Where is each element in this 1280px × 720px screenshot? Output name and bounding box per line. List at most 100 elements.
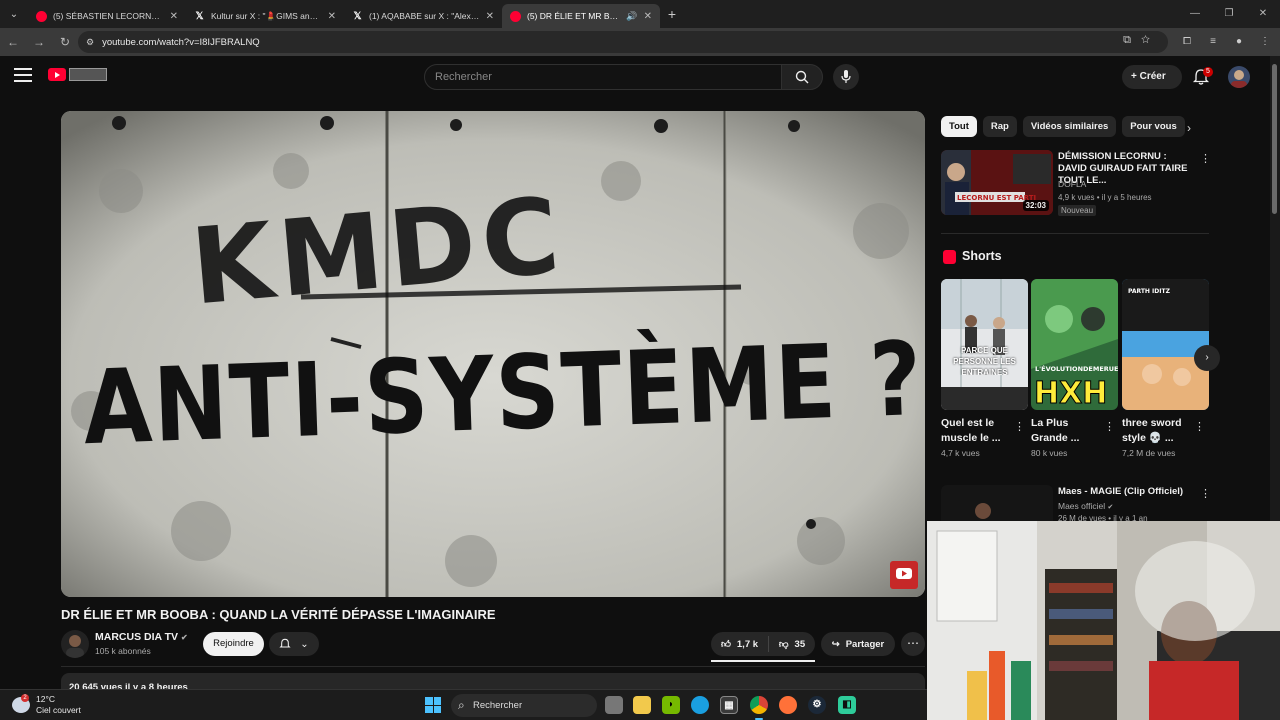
taskbar-search[interactable]: Rechercher <box>451 694 597 717</box>
verified-check-icon: ✔ <box>180 633 188 642</box>
shorts-next-button[interactable]: › <box>1194 345 1220 371</box>
short-title[interactable]: La Plus Grande ... <box>1031 416 1101 446</box>
recommended-channel[interactable]: Maes officiel ✔ <box>1058 501 1113 511</box>
recommended-title[interactable]: Maes - MAGIE (Clip Officiel) <box>1058 486 1183 497</box>
logo-doodle[interactable] <box>69 68 107 81</box>
channel-name[interactable]: MARCUS DIA TV ✔ <box>95 631 188 643</box>
weather-widget[interactable]: 2 12°C Ciel couvert <box>12 694 81 716</box>
chrome-icon[interactable] <box>750 696 768 714</box>
short-thumbnail[interactable]: PARCE QUE PERSONNE LES ENTRAINES <box>941 279 1028 410</box>
chip-tout[interactable]: Tout <box>941 116 977 137</box>
firefox-icon[interactable] <box>779 696 797 714</box>
kebab-menu-icon[interactable]: ⋮ <box>1200 487 1211 500</box>
start-button-windows-icon[interactable] <box>425 697 441 713</box>
nvidia-icon[interactable]: ◗ <box>662 696 680 714</box>
reload-icon[interactable]: ↻ <box>52 35 78 49</box>
profile-icon[interactable]: ● <box>1230 32 1248 50</box>
thumbs-up-icon: 👍︎ <box>720 639 731 650</box>
channel-name-text: MARCUS DIA TV <box>95 631 179 643</box>
file-explorer-icon[interactable] <box>633 696 651 714</box>
close-tab-icon[interactable]: ✕ <box>486 11 494 22</box>
scrollbar-thumb[interactable] <box>1272 64 1277 214</box>
cast-icon[interactable]: ⧉ <box>1123 34 1141 46</box>
back-icon[interactable]: ← <box>0 35 26 49</box>
kebab-menu-icon[interactable]: ⋮ <box>1104 420 1115 433</box>
extensions-icon[interactable]: ⧠ <box>1178 32 1196 50</box>
dislike-button[interactable]: 👎︎ 35 <box>769 638 815 651</box>
chip-similar[interactable]: Vidéos similaires <box>1022 116 1117 137</box>
account-avatar[interactable] <box>1228 66 1250 88</box>
kebab-menu-icon[interactable]: ⋮ <box>1194 420 1205 433</box>
youtube-logo-icon[interactable] <box>48 68 66 81</box>
chevron-right-icon[interactable]: › <box>1187 121 1191 135</box>
youtube-favicon-icon <box>510 10 521 22</box>
store-icon[interactable]: ▦ <box>720 696 738 714</box>
app-icon[interactable]: ◧ <box>838 696 856 714</box>
browser-tab[interactable]: 𝕏 (1) AQABABE sur X : "Alex Hitch ✕ <box>344 4 502 28</box>
x-favicon-icon: 𝕏 <box>195 10 204 22</box>
close-tab-icon[interactable]: ✕ <box>170 11 178 22</box>
shorts-heading: Shorts <box>962 249 1002 263</box>
browser-tab[interactable]: 𝕏 Kultur sur X : "💄GIMS annonc ✕ <box>186 4 344 28</box>
join-button[interactable]: Rejoindre <box>203 632 264 656</box>
tab-title: (1) AQABABE sur X : "Alex Hitch <box>369 11 480 21</box>
recommended-thumbnail[interactable]: LECORNU EST PARTI 32:03 <box>941 150 1053 215</box>
short-thumbnail[interactable]: L'ÉVOLUTIONDEMERUEM HXH <box>1031 279 1118 410</box>
reading-list-icon[interactable]: ≡ <box>1204 32 1222 50</box>
minimize-icon[interactable]: — <box>1178 0 1212 28</box>
voice-search-button[interactable] <box>833 64 859 90</box>
chevron-down-icon: ⌄ <box>300 638 309 650</box>
tab-search-chevron-icon[interactable]: ⌄ <box>0 0 28 28</box>
channel-watermark-icon[interactable] <box>890 561 918 589</box>
browser-menu-icon[interactable]: ⋮ <box>1256 32 1274 50</box>
weather-cloud-icon: 2 <box>12 694 30 713</box>
close-tab-icon[interactable]: ✕ <box>328 11 336 22</box>
subscriber-count: 105 k abonnés <box>95 646 151 656</box>
address-bar[interactable]: ⚙ youtube.com/watch?v=I8IJFBRALNQ ⧉☆ <box>78 31 1168 53</box>
speaker-icon[interactable]: 🔊 <box>626 11 637 22</box>
like-button[interactable]: 👍︎ 1,7 k <box>711 636 769 652</box>
duration-badge: 32:03 <box>1022 200 1049 211</box>
short-title[interactable]: three sword style 💀 ... <box>1122 416 1192 446</box>
kebab-menu-icon[interactable]: ⋮ <box>1014 420 1025 433</box>
video-player[interactable]: KMDC ANTI-SYSTÈME ? <box>61 111 925 597</box>
task-view-icon[interactable] <box>605 696 623 714</box>
recommended-thumbnail[interactable] <box>941 485 1053 525</box>
new-tab-button[interactable]: + <box>660 6 684 22</box>
search-icon <box>795 70 809 84</box>
browser-tab-strip: ⌄ (5) SÉBASTIEN LECORNU A DÉM ✕ 𝕏 Kultur… <box>0 0 1280 28</box>
channel-avatar[interactable] <box>61 630 89 658</box>
more-actions-button[interactable]: ⋯ <box>901 632 925 656</box>
close-tab-icon[interactable]: ✕ <box>644 11 652 22</box>
site-info-icon[interactable]: ⚙ <box>86 37 94 48</box>
browser-tab-active[interactable]: (5) DR ÉLIE ET MR BOOBA 🔊 ✕ <box>502 4 660 28</box>
browser-tab[interactable]: (5) SÉBASTIEN LECORNU A DÉM ✕ <box>28 4 186 28</box>
search-button[interactable] <box>781 64 823 90</box>
chip-for-you[interactable]: Pour vous <box>1122 116 1185 137</box>
edge-icon[interactable] <box>691 696 709 714</box>
recommended-channel[interactable]: DOFLA <box>1058 179 1086 189</box>
create-button[interactable]: + Créer <box>1122 65 1182 89</box>
share-button[interactable]: ↪ Partager <box>821 632 895 656</box>
url-text: youtube.com/watch?v=I8IJFBRALNQ <box>102 36 260 48</box>
microphone-icon <box>841 70 851 83</box>
bookmark-star-icon[interactable]: ☆ <box>1141 34 1160 46</box>
kebab-menu-icon[interactable]: ⋮ <box>1200 152 1211 165</box>
close-window-icon[interactable]: ✕ <box>1246 0 1280 28</box>
menu-icon[interactable] <box>14 68 32 82</box>
short-title[interactable]: Quel est le muscle le ... <box>941 416 1011 446</box>
chip-rap[interactable]: Rap <box>982 116 1017 137</box>
steam-icon[interactable]: ⚙ <box>808 696 826 714</box>
short-thumbnail[interactable]: PARTH IDITZ <box>1122 279 1209 410</box>
thumbs-down-icon: 👎︎ <box>778 639 789 650</box>
like-count: 1,7 k <box>736 638 759 650</box>
maximize-icon[interactable]: ❐ <box>1212 0 1246 28</box>
x-favicon-icon: 𝕏 <box>353 10 362 22</box>
weather-badge: 2 <box>21 694 29 702</box>
search-input[interactable]: Rechercher <box>424 64 782 90</box>
notification-preference-button[interactable]: ⌄ <box>269 632 319 656</box>
share-arrow-icon: ↪ <box>831 638 840 650</box>
youtube-favicon-icon <box>36 10 47 22</box>
forward-icon[interactable]: → <box>26 35 52 49</box>
video-title: DR ÉLIE ET MR BOOBA : QUAND LA VÉRITÉ DÉ… <box>61 607 496 622</box>
